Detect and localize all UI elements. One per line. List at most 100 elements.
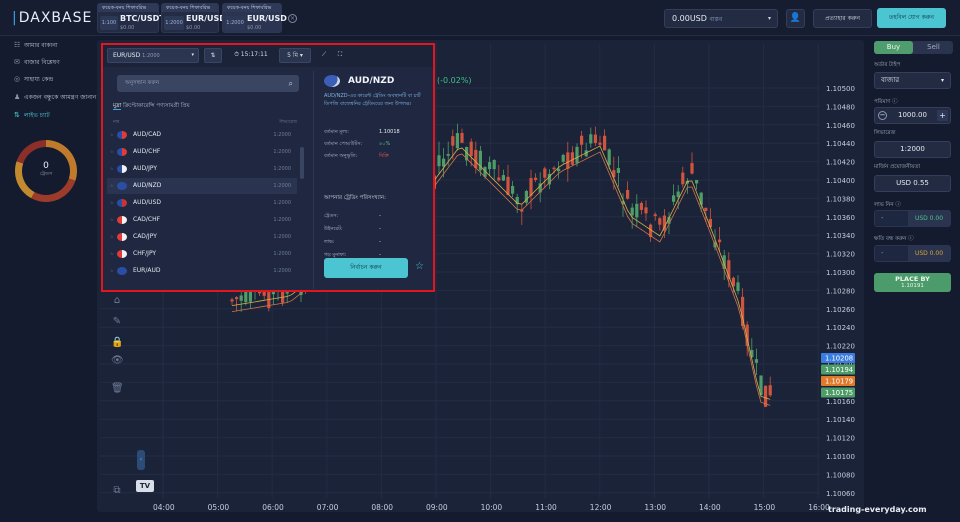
time-tick: 16:00 [808,503,830,512]
candle-body [437,155,441,167]
list-scrollbar[interactable] [300,147,304,179]
candle-body [511,185,515,194]
asset-row[interactable]: ☆ AUD/CAD 1:2000 [107,127,297,143]
price-tick: 1.10100 [826,453,855,461]
asset-row[interactable]: ☆ CHF/JPY 1:2000 [107,246,297,262]
star-icon[interactable]: ☆ [110,161,114,177]
star-icon[interactable]: ☆ [110,246,114,262]
star-icon[interactable]: ☆ [110,229,114,245]
chevron-down-icon: ▾ [940,77,944,84]
quantity-stepper[interactable]: − 1000.00 + [874,107,951,124]
candle-body [616,168,620,173]
eye-icon[interactable]: 👁 [111,355,124,367]
tab-favorites[interactable]: প্রিয় [181,103,190,109]
order-type-label: অর্ডার টাইপ [874,62,901,68]
place-order-button[interactable]: PLACE BY 1.10191 [874,273,951,292]
asset-row[interactable]: ☆ EUR/AUD 1:2000 [107,263,297,279]
list-header: নাম লিভারেজ [113,120,297,125]
star-icon[interactable]: ☆ [110,263,114,279]
minus-icon[interactable]: − [878,111,887,120]
candle-body [497,177,501,181]
asset-row[interactable]: ☆ AUD/JPY 1:2000 [107,161,297,177]
candle-body [598,142,602,145]
tab-commodities[interactable]: পণ্যসামগ্রী [156,103,179,109]
candle-body [501,175,505,181]
sell-tab[interactable]: Sell [914,41,953,54]
timeframe-select[interactable]: 5 মি ▾ [279,48,311,63]
star-icon[interactable]: ☆ [110,212,114,228]
star-icon[interactable]: ☆ [110,127,114,143]
price-tick: 1.10120 [826,435,855,443]
price-tick: 1.10140 [826,416,855,424]
tab-crypto[interactable]: ক্রিপ্টোকারেন্সি [123,103,155,109]
price-tick: 1.10400 [826,177,855,185]
flag-icon [324,75,340,87]
price-tick: 1.10060 [826,490,855,498]
fullscreen-icon[interactable]: ⛶ [334,48,346,63]
price-tick: 1.10460 [826,122,855,130]
buy-tab[interactable]: Buy [874,41,913,54]
time-tick: 15:00 [754,503,776,512]
candle-body [630,207,634,216]
price-tag-label: 1.10208 [825,355,853,363]
stat-row: লাভ: - [324,239,381,245]
ruler-icon[interactable]: ✎ [111,316,123,328]
pair-select[interactable]: EUR/USD 1:2000 ▾ [107,48,199,63]
take-profit-input[interactable]: - USD 0.00 [874,210,951,227]
layers-icon[interactable]: ⧉ [111,485,123,497]
candle-body [718,239,722,243]
lock-icon[interactable]: 🔒 [111,337,123,349]
collapse-panel-button[interactable]: ‹ [137,450,145,470]
stop-loss-value: USD 0.00 [908,246,950,261]
asset-symbol: CAD/JPY [133,233,157,240]
candle-body [607,149,611,166]
star-icon[interactable]: ☆ [110,195,114,211]
candle-body [492,160,496,170]
asset-detail: AUD/NZD AUD/NZD-এর কারেন্ট ট্রেডিং অবস্থ… [313,71,431,289]
time-tick: 11:00 [535,503,557,512]
asset-row[interactable]: ☆ CAD/JPY 1:2000 [107,229,297,245]
tab-currency[interactable]: মুদ্রা [113,103,122,110]
quantity-value: 1000.00 [898,111,927,119]
asset-row[interactable]: ☆ AUD/NZD 1:2000 [107,178,297,194]
time-tick: 13:00 [644,503,666,512]
select-button[interactable]: নির্বাচন করুন [324,258,408,278]
candle-body [561,154,565,162]
detail-title: AUD/NZD [348,76,395,86]
candle-body [534,177,538,180]
candle-body [529,178,533,196]
asset-leverage: 1:2000 [273,149,291,155]
asset-row[interactable]: ☆ AUD/USD 1:2000 [107,195,297,211]
flag-icon [117,182,127,190]
candle-body [566,152,570,169]
magnet-icon[interactable]: ⌂ [111,295,123,307]
asset-leverage: 1:2000 [273,166,291,172]
price-tick: 1.10280 [826,287,855,295]
leverage-value[interactable]: 1:2000 [874,141,951,158]
candle-body [708,218,712,228]
price-tick: 1.10220 [826,343,855,351]
flag-icon [117,250,127,258]
favorite-star-icon[interactable]: ☆ [415,261,424,272]
chart-type-icon[interactable]: ⟋ [318,48,330,63]
chevron-down-icon: ▾ [191,52,194,58]
stop-loss-input[interactable]: - USD 0.00 [874,245,951,262]
candle-body [570,152,574,165]
star-icon[interactable]: ☆ [110,178,114,194]
star-icon[interactable]: ☆ [110,144,114,160]
asset-row[interactable]: ☆ CAD/CHF 1:2000 [107,212,297,228]
flag-icon [117,199,127,207]
search-input[interactable]: অনুসন্ধান করুন ⌕ [117,75,299,92]
flag-icon [117,165,127,173]
candle-body [589,134,593,144]
trash-icon[interactable]: 🗑 [111,383,124,395]
asset-symbol: EUR/AUD [133,267,161,274]
price-tag-label: 1.10175 [825,389,853,397]
plus-icon[interactable]: + [937,110,948,121]
asset-row[interactable]: ☆ AUD/CHF 1:2000 [107,144,297,160]
candle-body [639,203,643,210]
indicator-icon[interactable]: ⇅ [204,48,222,63]
asset-leverage: 1:2000 [273,183,291,189]
candle-body [635,203,639,218]
order-type-select[interactable]: বাজার ▾ [874,72,951,89]
